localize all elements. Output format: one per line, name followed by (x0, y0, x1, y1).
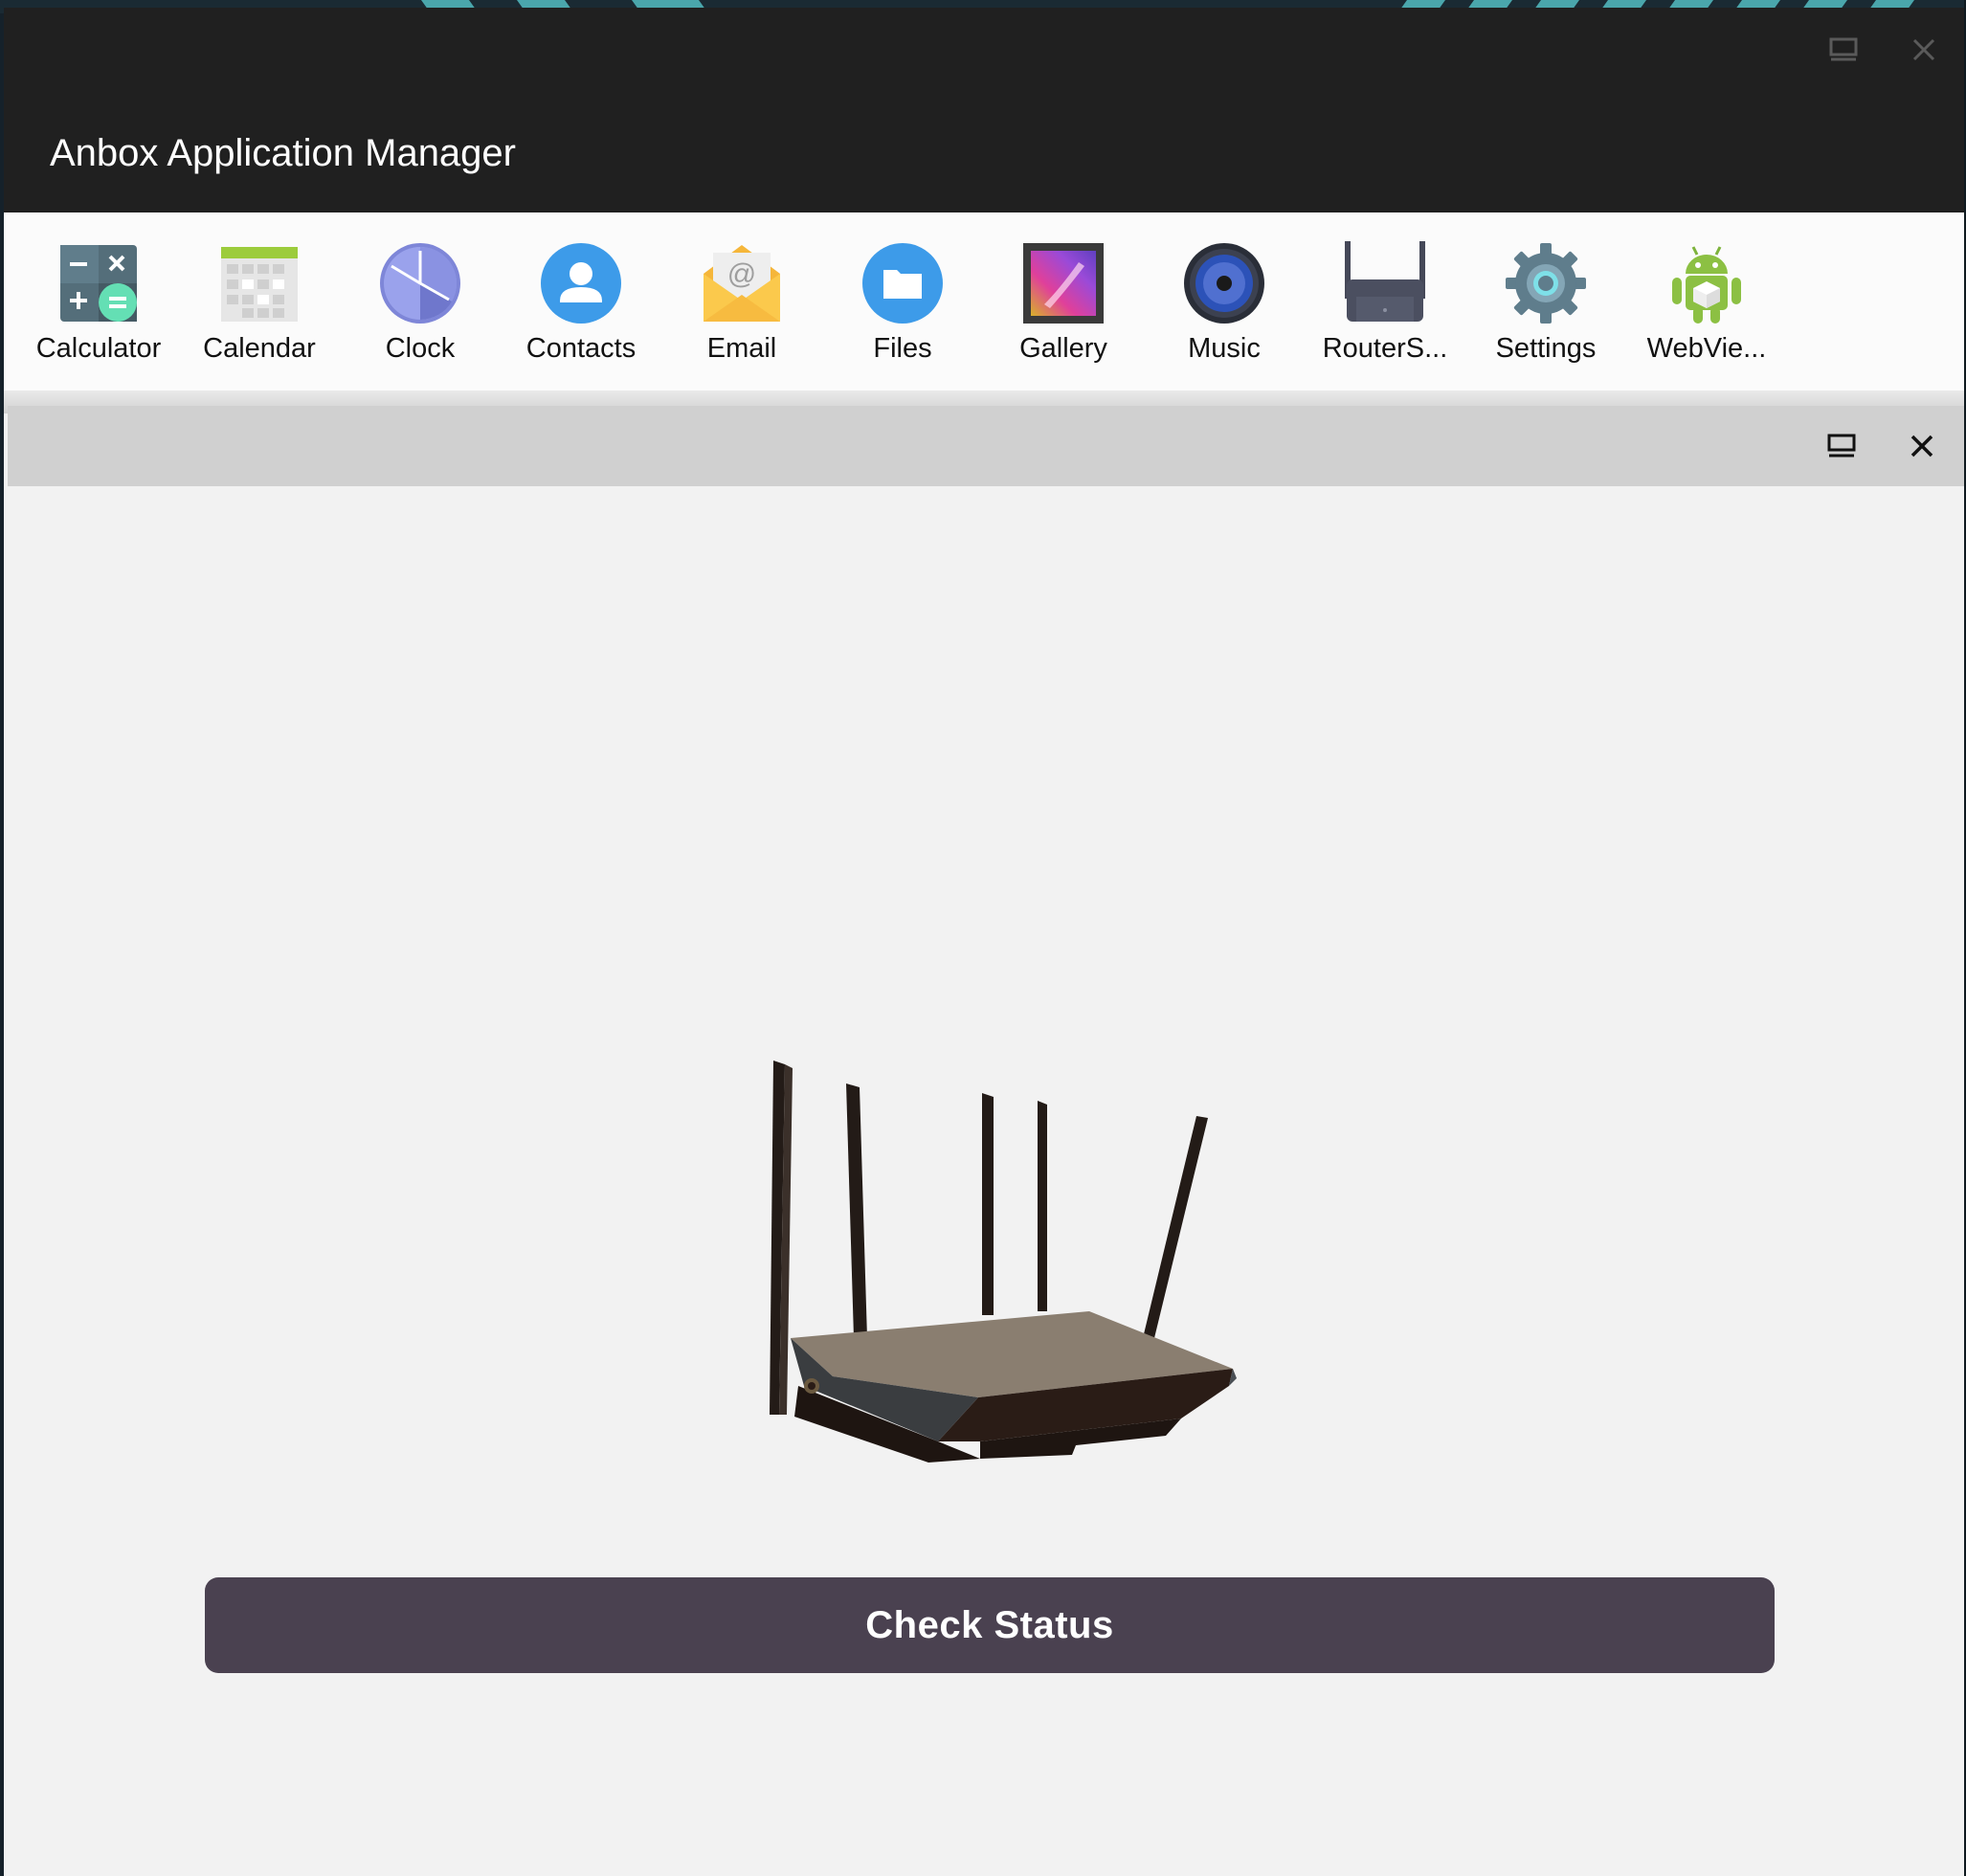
app-label: Email (706, 333, 777, 364)
app-tile-gallery[interactable]: Gallery (983, 241, 1144, 385)
app-label: Settings (1495, 333, 1597, 364)
router-app-icon (1343, 241, 1427, 325)
app-label: Calculator (35, 333, 162, 364)
app-tile-music[interactable]: Music (1144, 241, 1305, 385)
window-maximize-button[interactable] (1819, 25, 1868, 75)
window-title: Anbox Application Manager (50, 132, 516, 174)
app-tile-clock[interactable]: Clock (340, 241, 501, 385)
gallery-icon (1021, 241, 1106, 325)
app-launcher: Calculator Calendar Clock Contacts @ Ema… (4, 212, 1964, 400)
calculator-icon (56, 241, 141, 325)
settings-icon (1504, 241, 1588, 325)
window-titlebar: Anbox Application Manager (4, 8, 1964, 212)
app-tile-email[interactable]: @ Email (661, 241, 822, 385)
app-tile-settings[interactable]: Settings (1465, 241, 1626, 385)
app-window-titlebar (8, 406, 1964, 486)
app-label: Calendar (203, 333, 316, 364)
app-label: Files (873, 333, 932, 364)
clock-icon (378, 241, 462, 325)
app-tile-calendar[interactable]: Calendar (179, 241, 340, 385)
app-label: Music (1188, 333, 1261, 364)
files-icon (860, 241, 945, 325)
close-icon (1910, 434, 1934, 458)
contacts-icon (539, 241, 623, 325)
svg-text:@: @ (727, 258, 756, 290)
maximize-icon (1827, 434, 1856, 458)
android-webview-icon (1664, 241, 1749, 325)
window-close-button[interactable] (1899, 25, 1949, 75)
app-label: Clock (385, 333, 456, 364)
app-tile-contacts[interactable]: Contacts (501, 241, 661, 385)
app-tile-router-app[interactable]: RouterS... (1305, 241, 1465, 385)
app-label: WebVie... (1646, 333, 1767, 364)
router-image (741, 1061, 1258, 1472)
app-label: Contacts (525, 333, 637, 364)
check-status-button[interactable]: Check Status (205, 1577, 1775, 1673)
app-tile-webview[interactable]: WebVie... (1626, 241, 1787, 385)
anbox-manager-window: Anbox Application Manager Calculator Cal… (4, 8, 1964, 1876)
close-icon (1911, 37, 1936, 62)
app-window-close-button[interactable] (1897, 421, 1947, 471)
maximize-icon (1829, 37, 1858, 62)
app-tile-files[interactable]: Files (822, 241, 983, 385)
music-icon (1182, 241, 1266, 325)
app-window-maximize-button[interactable] (1817, 421, 1866, 471)
email-icon: @ (700, 241, 784, 325)
app-label: RouterS... (1322, 333, 1448, 364)
app-label: Gallery (1019, 333, 1107, 364)
calendar-icon (217, 241, 302, 325)
app-tile-calculator[interactable]: Calculator (18, 241, 179, 385)
